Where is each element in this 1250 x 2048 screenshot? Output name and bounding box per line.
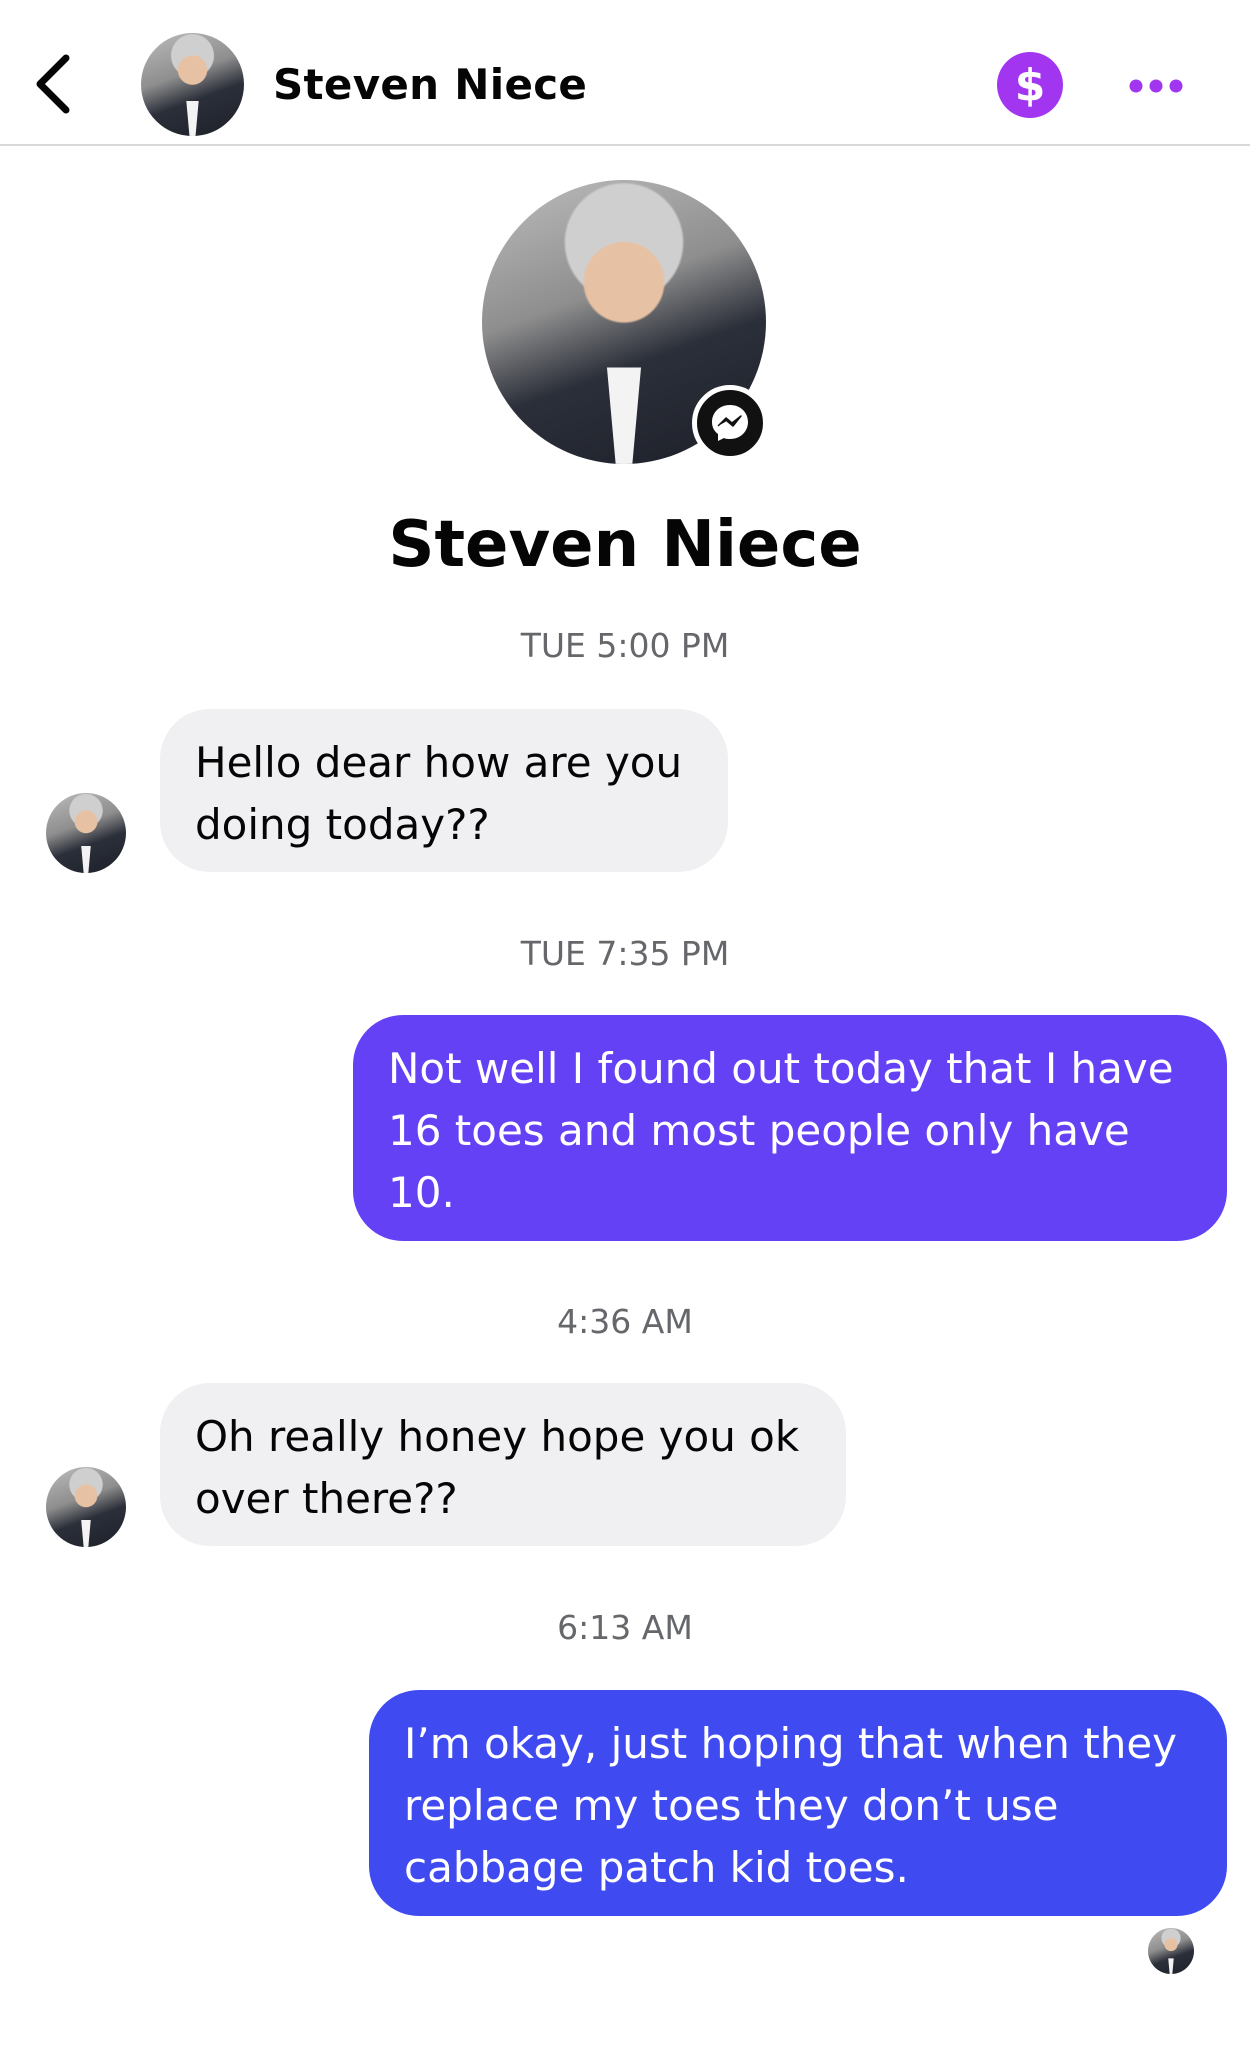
chat-screen: Steven Niece $ Steven Niece TUE 5:00 PM … xyxy=(0,0,1250,2048)
messenger-icon xyxy=(692,385,768,461)
more-horizontal-icon[interactable] xyxy=(1128,68,1184,104)
message-timestamp: TUE 7:35 PM xyxy=(520,934,730,973)
dollar-sign-icon[interactable]: $ xyxy=(997,52,1063,118)
avatar[interactable] xyxy=(141,33,244,136)
incoming-message[interactable]: Oh really honey hope you ok over there?? xyxy=(160,1383,846,1546)
seen-avatar xyxy=(1148,1928,1194,1974)
message-timestamp: 4:36 AM xyxy=(557,1302,693,1341)
sender-avatar[interactable] xyxy=(46,793,126,873)
message-timestamp: 6:13 AM xyxy=(557,1608,693,1647)
sender-avatar[interactable] xyxy=(46,1467,126,1547)
message-timestamp: TUE 5:00 PM xyxy=(520,626,730,665)
chat-header: Steven Niece $ xyxy=(0,0,1250,146)
contact-name[interactable]: Steven Niece xyxy=(273,55,587,115)
incoming-message[interactable]: Hello dear how are you doing today?? xyxy=(160,709,728,872)
outgoing-message[interactable]: Not well I found out today that I have 1… xyxy=(353,1015,1227,1241)
chevron-left-icon[interactable] xyxy=(30,50,76,118)
profile-name: Steven Niece xyxy=(388,508,862,582)
outgoing-message[interactable]: I’m okay, just hoping that when they rep… xyxy=(369,1690,1227,1916)
